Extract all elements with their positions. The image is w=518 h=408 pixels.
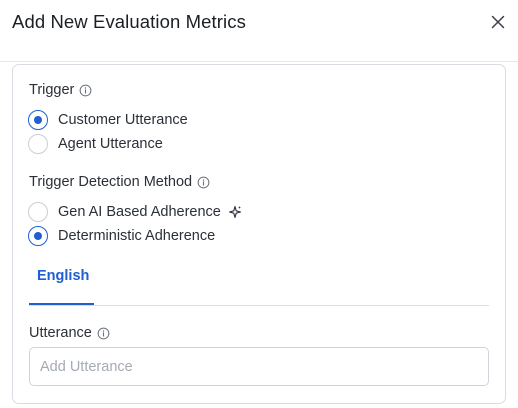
close-icon[interactable]: [488, 12, 508, 32]
radio-label: Agent Utterance: [58, 136, 163, 152]
radio-button[interactable]: [28, 202, 48, 222]
tab-divider: [29, 305, 489, 306]
radio-agent-utterance[interactable]: Agent Utterance: [28, 134, 163, 154]
radio-label: Gen AI Based Adherence: [58, 204, 221, 220]
utterance-label: Utterance: [29, 325, 92, 341]
trigger-label-row: Trigger: [29, 81, 92, 99]
info-icon[interactable]: [97, 327, 110, 340]
radio-label: Deterministic Adherence: [58, 228, 216, 244]
utterance-label-row: Utterance: [29, 324, 110, 342]
detection-label-row: Trigger Detection Method: [29, 173, 210, 191]
dialog-title: Add New Evaluation Metrics: [12, 11, 246, 32]
radio-button[interactable]: [28, 134, 48, 154]
sparkle-icon: [228, 205, 241, 219]
utterance-input[interactable]: [29, 347, 489, 386]
radio-customer-utterance[interactable]: Customer Utterance: [28, 110, 188, 130]
dialog-header: Add New Evaluation Metrics: [0, 0, 518, 62]
info-icon[interactable]: [79, 84, 92, 97]
radio-deterministic-adherence[interactable]: Deterministic Adherence: [28, 226, 215, 246]
radio-gen-ai-adherence[interactable]: Gen AI Based Adherence: [28, 202, 242, 222]
tab-english[interactable]: English: [29, 258, 94, 306]
radio-button-checked[interactable]: [28, 226, 48, 246]
info-icon[interactable]: [197, 176, 210, 189]
radio-label: Customer Utterance: [58, 112, 188, 128]
trigger-label: Trigger: [29, 82, 75, 98]
tab-label: English: [37, 268, 90, 284]
detection-label: Trigger Detection Method: [29, 174, 193, 190]
radio-button-checked[interactable]: [28, 110, 48, 130]
